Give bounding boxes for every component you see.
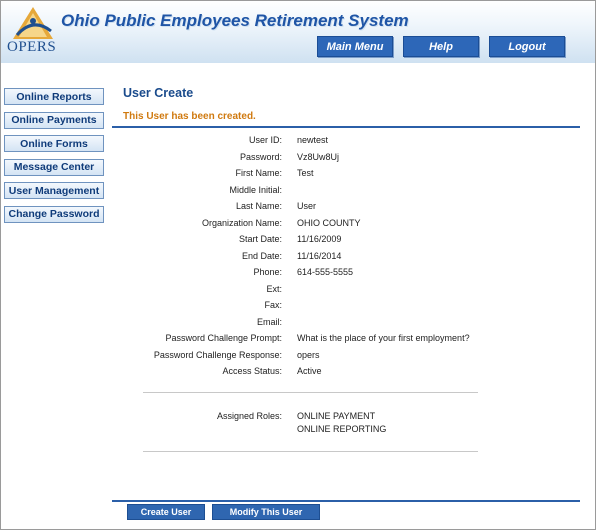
field-end-date: End Date: 11/16/2014	[112, 251, 582, 265]
field-assigned-roles-2: ONLINE REPORTING	[112, 424, 582, 438]
field-phone: Phone: 614-555-5555	[112, 267, 582, 281]
field-value: 11/16/2014	[297, 250, 342, 261]
sidebar: Online Reports Online Payments Online Fo…	[4, 88, 104, 229]
field-first-name: First Name: Test	[112, 168, 582, 182]
sidebar-item-online-payments[interactable]: Online Payments	[4, 111, 104, 129]
success-message: This User has been created.	[123, 111, 256, 122]
separator	[143, 451, 478, 452]
field-value: Vz8Uw8Uj	[297, 151, 340, 162]
page-title: User Create	[123, 86, 194, 100]
field-value: 614-555-5555	[297, 267, 354, 277]
field-organization-name: Organization Name: OHIO COUNTY	[112, 218, 582, 232]
field-value: newtest	[297, 135, 329, 145]
field-label: Access Status:	[222, 366, 282, 376]
field-label: Last Name:	[235, 201, 282, 211]
field-label: First Name:	[235, 168, 282, 178]
sidebar-item-online-forms[interactable]: Online Forms	[4, 135, 104, 152]
field-last-name: Last Name: User	[112, 201, 582, 215]
site-title: Ohio Public Employees Retirement System	[61, 11, 409, 30]
field-value: Test	[297, 168, 314, 178]
divider	[112, 500, 580, 502]
field-label: Assigned Roles:	[216, 411, 282, 421]
field-email: Email:	[112, 317, 582, 331]
field-challenge-prompt: Password Challenge Prompt: What is the p…	[112, 333, 582, 347]
sidebar-item-user-management[interactable]: User Management	[4, 182, 104, 199]
logo-text: OPERS	[7, 39, 57, 55]
field-challenge-response: Password Challenge Response: opers	[112, 350, 582, 364]
sidebar-item-message-center[interactable]: Message Center	[4, 158, 104, 176]
field-middle-initial: Middle Initial:	[112, 185, 582, 199]
field-label: Fax:	[264, 300, 282, 310]
sidebar-item-online-reports[interactable]: Online Reports	[4, 88, 104, 105]
field-fax: Fax:	[112, 300, 582, 314]
field-value: opers	[297, 349, 320, 360]
field-label: Middle Initial:	[229, 184, 282, 195]
field-label: Ext:	[266, 283, 282, 294]
role-value: ONLINE PAYMENT	[297, 411, 376, 421]
field-label: Phone:	[253, 267, 282, 277]
field-label: Password:	[239, 151, 282, 162]
field-password: Password: Vz8Uw8Uj	[112, 152, 582, 166]
sidebar-item-change-password[interactable]: Change Password	[4, 205, 104, 223]
field-label: User ID:	[248, 135, 282, 145]
main-menu-button[interactable]: Main Menu	[317, 36, 393, 57]
field-access-status: Access Status: Active	[112, 366, 582, 380]
role-value: ONLINE REPORTING	[297, 424, 387, 434]
field-value: 11/16/2009	[297, 234, 342, 244]
create-user-button[interactable]: Create User	[127, 504, 205, 520]
field-label: End Date:	[241, 250, 282, 261]
separator	[143, 392, 478, 393]
divider	[112, 126, 580, 128]
field-value: User	[297, 201, 317, 211]
field-value: What is the place of your first employme…	[297, 333, 470, 343]
field-value: Active	[297, 366, 322, 376]
field-label: Password Challenge Prompt:	[165, 333, 282, 343]
opers-logo-icon	[13, 7, 53, 39]
field-label: Password Challenge Response:	[153, 349, 282, 360]
field-start-date: Start Date: 11/16/2009	[112, 234, 582, 248]
field-label: Email:	[256, 316, 282, 327]
logout-button[interactable]: Logout	[489, 36, 565, 57]
field-assigned-roles: Assigned Roles: ONLINE PAYMENT	[112, 411, 582, 425]
modify-user-button[interactable]: Modify This User	[212, 504, 320, 520]
field-label: Organization Name:	[201, 217, 282, 228]
help-button[interactable]: Help	[403, 36, 479, 57]
field-label: Start Date:	[238, 234, 282, 244]
header: OPERS Ohio Public Employees Retirement S…	[1, 1, 595, 63]
field-user-id: User ID: newtest	[112, 135, 582, 149]
field-value: OHIO COUNTY	[297, 217, 361, 228]
field-ext: Ext:	[112, 284, 582, 298]
